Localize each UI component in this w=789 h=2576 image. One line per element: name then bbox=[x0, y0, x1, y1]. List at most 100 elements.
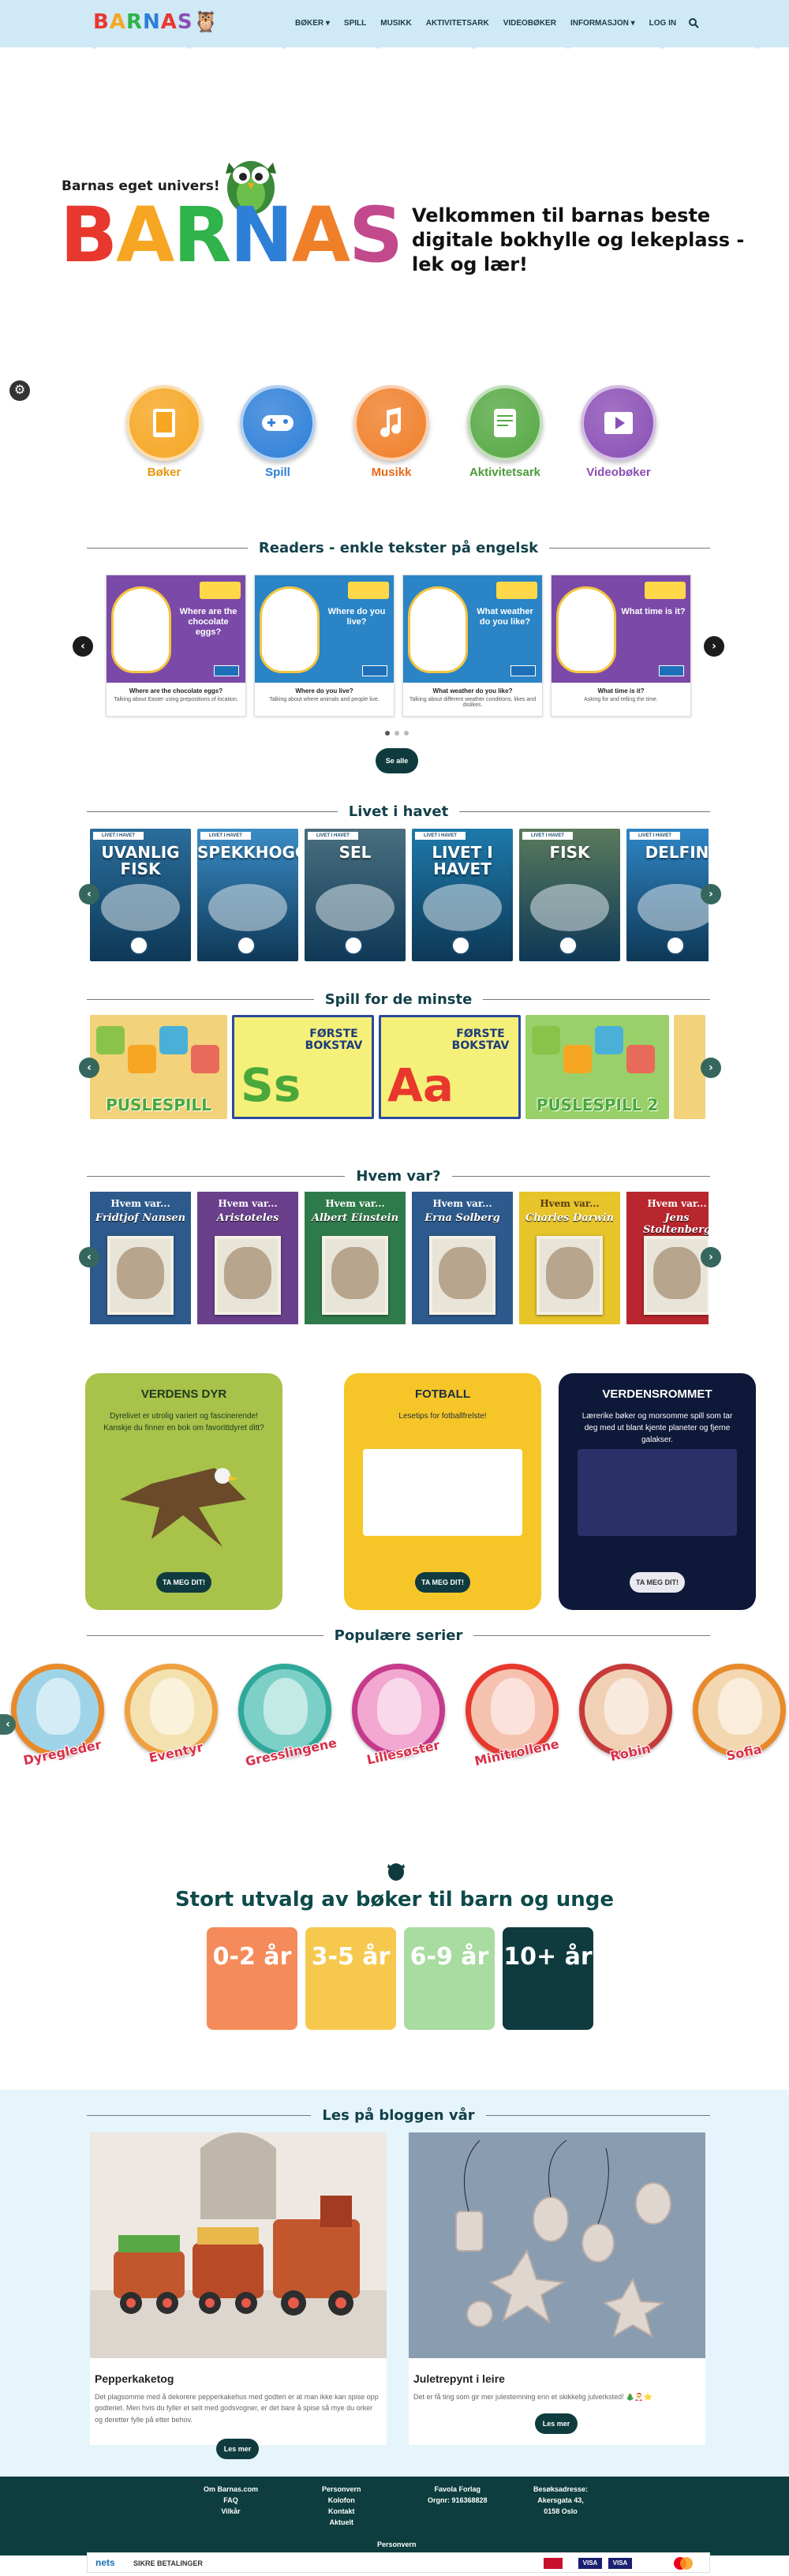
who-book[interactable]: Hvem var... Albert Einstein bbox=[305, 1192, 406, 1324]
category-aktivitetsark[interactable]: Aktivitetsark bbox=[467, 385, 543, 479]
footer-link[interactable]: Om Barnas.com bbox=[204, 2484, 258, 2496]
games-next-arrow-icon[interactable]: › bbox=[701, 1058, 721, 1078]
footer-link[interactable]: Favola Forlag bbox=[428, 2484, 488, 2496]
logo[interactable]: BARNAS🦉 bbox=[93, 10, 219, 34]
settings-gear-icon[interactable]: ⚙ bbox=[9, 380, 30, 401]
nav-link-6[interactable]: LOG IN bbox=[642, 19, 683, 28]
footer: Om Barnas.com FAQ Vilkår Personvern Kolofon… bbox=[0, 2477, 789, 2555]
blog-title[interactable]: Pepperkaketog bbox=[95, 2372, 387, 2385]
footer-link[interactable]: Orgnr: 916368828 bbox=[428, 2496, 488, 2507]
feature-button[interactable]: TA MEG DIT! bbox=[630, 1572, 685, 1593]
dot-3[interactable] bbox=[404, 731, 409, 736]
sea-book[interactable]: LIVET I HAVET UVANLIG FISK bbox=[90, 829, 191, 961]
feature-button[interactable]: TA MEG DIT! bbox=[156, 1572, 211, 1593]
dot-2[interactable] bbox=[394, 731, 399, 736]
nav-link-0[interactable]: BØKER ▾ bbox=[288, 19, 337, 28]
blog-excerpt: Det er få ting som gir mer julestemning … bbox=[413, 2393, 653, 2401]
book-title: UVANLIG FISK bbox=[101, 843, 180, 878]
footer-link[interactable]: Besøksadresse: bbox=[533, 2484, 588, 2496]
sea-book[interactable]: LIVET I HAVET FISK bbox=[519, 829, 620, 961]
reader-card[interactable]: What weather do you like? What weather do… bbox=[402, 575, 543, 717]
footer-link[interactable]: FAQ bbox=[204, 2496, 258, 2507]
footer-link[interactable]: Akersgata 43, bbox=[533, 2496, 588, 2507]
feature-card-2[interactable]: VERDENSROMMET Lærerike bøker og morsomme … bbox=[559, 1373, 756, 1610]
gingerbread-train-image bbox=[90, 2132, 387, 2358]
reader-question: Where do you live? bbox=[327, 607, 386, 627]
footer-link[interactable]: Personvern bbox=[322, 2484, 361, 2496]
reader-card[interactable]: What time is it? What time is it? Asking f… bbox=[551, 575, 691, 717]
search-icon[interactable] bbox=[688, 17, 699, 28]
feature-button[interactable]: TA MEG DIT! bbox=[415, 1572, 470, 1593]
reader-illustration bbox=[111, 586, 171, 673]
reader-title[interactable]: What time is it? bbox=[552, 687, 690, 695]
footer-link[interactable]: Vilkår bbox=[204, 2507, 258, 2518]
series-gresslingene[interactable]: Gresslingene bbox=[238, 1664, 338, 1769]
feature-card-0[interactable]: VERDENS DYR Dyrelivet er utrolig variert … bbox=[85, 1373, 282, 1610]
readers-next-arrow-icon[interactable]: › bbox=[704, 636, 724, 657]
sea-book[interactable]: LIVET I HAVET SEL bbox=[305, 829, 406, 961]
dot-1[interactable] bbox=[385, 731, 390, 736]
age-group-3[interactable]: 10+ år bbox=[503, 1927, 593, 2030]
category-videobøker[interactable]: Videobøker bbox=[581, 385, 656, 479]
nav-link-2[interactable]: MUSIKK bbox=[373, 19, 418, 28]
who-book[interactable]: Hvem var... Erna Solberg bbox=[412, 1192, 513, 1324]
portrait-face bbox=[439, 1247, 486, 1299]
sea-next-arrow-icon[interactable]: › bbox=[701, 884, 721, 904]
category-spill[interactable]: Spill bbox=[240, 385, 316, 479]
reader-card[interactable]: Where do you live? Where do you live? Talk… bbox=[254, 575, 394, 717]
series-dyregleder[interactable]: Dyregleder bbox=[11, 1664, 107, 1768]
see-all-button[interactable]: Se alle bbox=[376, 748, 418, 773]
blog-card-clay[interactable]: Juletrepynt i leire Det er få ting som g… bbox=[409, 2132, 705, 2445]
nav-link-1[interactable]: SPILL bbox=[337, 19, 373, 28]
game-tile[interactable]: PUSLESPILL bbox=[90, 1015, 227, 1119]
game-tile[interactable]: PUSLESPILL 2 bbox=[525, 1015, 669, 1119]
readers-prev-arrow-icon[interactable]: ‹ bbox=[73, 636, 93, 657]
reader-title[interactable]: Where are the chocolate eggs? bbox=[107, 687, 245, 695]
series-minitrollene[interactable]: Minitrollene bbox=[466, 1664, 562, 1769]
footer-link[interactable]: Aktuelt bbox=[322, 2518, 361, 2529]
series-robin[interactable]: Robin bbox=[579, 1664, 675, 1764]
footer-link[interactable]: Kontakt bbox=[322, 2507, 361, 2518]
games-prev-arrow-icon[interactable]: ‹ bbox=[79, 1058, 99, 1078]
character-illustration bbox=[264, 1678, 308, 1735]
who-book[interactable]: Hvem var... Aristoteles bbox=[197, 1192, 298, 1324]
reader-card[interactable]: Where are the chocolate eggs? Where are t… bbox=[106, 575, 246, 717]
puzzle-piece-icon bbox=[563, 1045, 592, 1073]
series-sofia[interactable]: Sofia bbox=[693, 1664, 789, 1763]
category-bøker[interactable]: Bøker bbox=[126, 385, 202, 479]
who-book[interactable]: Hvem var... Jens Stoltenberg bbox=[626, 1192, 709, 1324]
sea-prev-arrow-icon[interactable]: ‹ bbox=[79, 884, 99, 904]
blog-title[interactable]: Juletrepynt i leire bbox=[413, 2372, 705, 2385]
age-group-1[interactable]: 3-5 år bbox=[305, 1927, 396, 2030]
sea-book[interactable]: LIVET I HAVET LIVET I HAVET bbox=[412, 829, 513, 961]
reader-title[interactable]: Where do you live? bbox=[255, 687, 394, 695]
who-next-arrow-icon[interactable]: › bbox=[701, 1247, 721, 1267]
age-group-2[interactable]: 6-9 år bbox=[404, 1927, 495, 2030]
series-lillesøster[interactable]: Lillesøster bbox=[352, 1664, 448, 1768]
feature-card-1[interactable]: FOTBALL Lesetips for fotballfrelste! TA ME… bbox=[344, 1373, 541, 1610]
blog-card-gingerbread[interactable]: Pepperkaketog Det plagsomme med å dekore… bbox=[90, 2132, 387, 2459]
reader-title[interactable]: What weather do you like? bbox=[403, 687, 542, 695]
who-book[interactable]: Hvem var... Fridtjof Nansen bbox=[90, 1192, 191, 1324]
nav-link-5[interactable]: INFORMASJON ▾ bbox=[563, 19, 642, 28]
sea-book[interactable]: LIVET I HAVET SPEKKHOGGER bbox=[197, 829, 298, 961]
game-tile[interactable]: FØRSTE BOKSTAV Ss bbox=[232, 1015, 374, 1119]
who-book[interactable]: Hvem var... Charles Darwin bbox=[519, 1192, 620, 1324]
age-group-0[interactable]: 0-2 år bbox=[207, 1927, 297, 2030]
puzzle-piece-icon bbox=[128, 1045, 156, 1073]
footer-link[interactable]: Kolofon bbox=[322, 2496, 361, 2507]
blog-excerpt: Det plagsomme med å dekorere pepperkakeh… bbox=[95, 2393, 379, 2424]
footer-bottom-link[interactable]: Personvern bbox=[377, 2540, 417, 2551]
read-more-button[interactable]: Les mer bbox=[216, 2439, 259, 2459]
character-illustration bbox=[150, 1678, 194, 1735]
nav-link-3[interactable]: AKTIVITETSARK bbox=[419, 19, 496, 28]
category-musikk[interactable]: Musikk bbox=[353, 385, 429, 479]
nav-link-4[interactable]: VIDEOBØKER bbox=[496, 19, 563, 28]
game-tile[interactable]: FØRSTE BOKSTAV Aa bbox=[379, 1015, 521, 1119]
series-eventyr[interactable]: Eventyr bbox=[125, 1664, 221, 1765]
footer-link[interactable]: 0158 Oslo bbox=[533, 2507, 588, 2518]
read-more-button[interactable]: Les mer bbox=[535, 2413, 578, 2434]
who-prev-arrow-icon[interactable]: ‹ bbox=[79, 1247, 99, 1267]
sea-book[interactable]: LIVET I HAVET DELFIN bbox=[626, 829, 709, 961]
book-series-label: LIVET I HAVET bbox=[200, 832, 251, 840]
